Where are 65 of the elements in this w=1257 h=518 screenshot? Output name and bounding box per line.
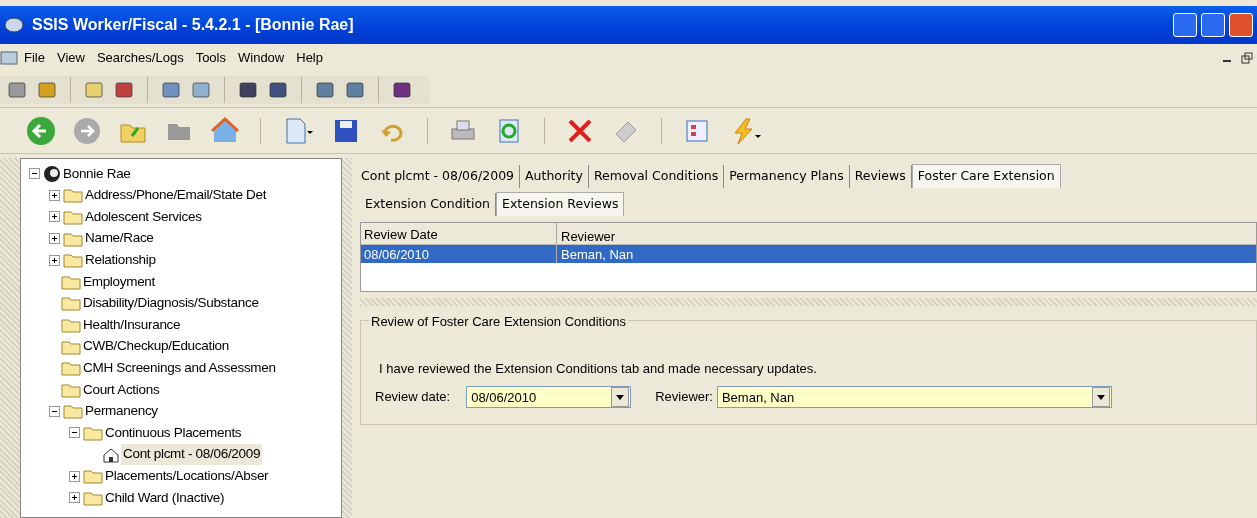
tree-item[interactable]: Placements/Locations/Abser bbox=[103, 466, 271, 487]
menu-item[interactable]: File bbox=[18, 48, 51, 68]
tree-item[interactable]: Bonnie Rae bbox=[61, 163, 133, 184]
folder-icon bbox=[63, 187, 83, 204]
folder-icon bbox=[83, 468, 103, 485]
folder-icon bbox=[63, 403, 83, 420]
minimize-button[interactable] bbox=[1173, 13, 1197, 37]
tree-item[interactable]: Cont plcmt - 08/06/2009 bbox=[121, 444, 263, 465]
expand-toggle[interactable] bbox=[69, 492, 80, 504]
field-label: Review date: bbox=[375, 388, 451, 407]
column-header[interactable]: Review Date bbox=[361, 222, 557, 244]
folder-icon bbox=[61, 360, 81, 377]
table-cell: 08/06/2010 bbox=[361, 244, 557, 263]
tree-item[interactable]: CWB/Checkup/Education bbox=[81, 336, 232, 357]
menu-item[interactable]: Tools bbox=[189, 48, 232, 68]
menu-item[interactable]: View bbox=[50, 48, 91, 68]
expand-toggle[interactable] bbox=[69, 470, 80, 482]
reviewer-dropdown[interactable]: Beman, Nan bbox=[716, 386, 1112, 408]
expand-toggle[interactable] bbox=[49, 189, 60, 201]
tree-item[interactable]: Permanency bbox=[83, 401, 160, 422]
forward-icon[interactable] bbox=[72, 115, 102, 146]
statement-text: I have reviewed the Extension Conditions tab and made necessary updates. bbox=[379, 359, 818, 378]
tree-item[interactable]: CMH Screenings and Assessmen bbox=[81, 358, 278, 379]
folder-icon bbox=[63, 252, 83, 269]
folder-icon bbox=[61, 338, 81, 355]
home-icon bbox=[101, 446, 121, 463]
tree-item[interactable]: Relationship bbox=[83, 250, 158, 271]
tab[interactable]: Foster Care Extension bbox=[911, 164, 1061, 188]
folder-icon bbox=[63, 230, 83, 247]
restore-icon[interactable] bbox=[1241, 52, 1253, 64]
tree-item[interactable]: Health/Insurance bbox=[81, 314, 183, 336]
expand-toggle[interactable] bbox=[49, 211, 60, 223]
field-label: Reviewer: bbox=[655, 388, 713, 407]
expand-toggle[interactable] bbox=[49, 233, 60, 245]
tree-item[interactable]: Disability/Diagnosis/Substance bbox=[81, 293, 261, 314]
folder-icon bbox=[61, 381, 81, 398]
folder-icon bbox=[83, 424, 103, 441]
tree-item[interactable]: Child Ward (Inactive) bbox=[103, 487, 227, 508]
folder-icon bbox=[61, 295, 81, 312]
tree-item[interactable]: Adolescent Services bbox=[83, 206, 204, 228]
collapse-toggle[interactable] bbox=[29, 168, 40, 180]
menu-item[interactable]: Searches/Logs bbox=[90, 48, 190, 68]
close-button[interactable] bbox=[1229, 13, 1253, 37]
tree-item[interactable]: Name/Race bbox=[83, 228, 156, 249]
window-title: SSIS Worker/Fiscal - 5.4.2.1 - [Bonnie Rae] bbox=[32, 15, 354, 35]
folder-icon bbox=[63, 209, 83, 225]
folder-icon bbox=[61, 316, 81, 333]
tree-item[interactable]: Address/Phone/Email/State Det bbox=[83, 185, 269, 206]
tree-item[interactable]: Court Actions bbox=[81, 379, 162, 400]
collapse-toggle[interactable] bbox=[69, 427, 80, 439]
tree-item[interactable]: Continuous Placements bbox=[103, 422, 244, 444]
folder-icon bbox=[61, 273, 81, 290]
column-header[interactable]: Reviewer bbox=[557, 222, 1256, 244]
tree-item[interactable]: Employment bbox=[81, 271, 158, 292]
menu-item[interactable]: Help bbox=[290, 48, 329, 68]
menu-item[interactable]: Window bbox=[232, 48, 291, 68]
collapse-toggle[interactable] bbox=[49, 405, 60, 417]
maximize-button[interactable] bbox=[1201, 13, 1225, 37]
back-icon[interactable] bbox=[26, 115, 56, 146]
app-logo-icon bbox=[4, 17, 24, 33]
folder-icon bbox=[83, 489, 103, 506]
expand-toggle[interactable] bbox=[49, 254, 60, 266]
date-dropdown[interactable]: 08/06/2010 bbox=[466, 386, 632, 408]
table-cell-text: Beman, Nan bbox=[560, 245, 635, 263]
tab[interactable]: Extension Reviews bbox=[496, 191, 625, 216]
